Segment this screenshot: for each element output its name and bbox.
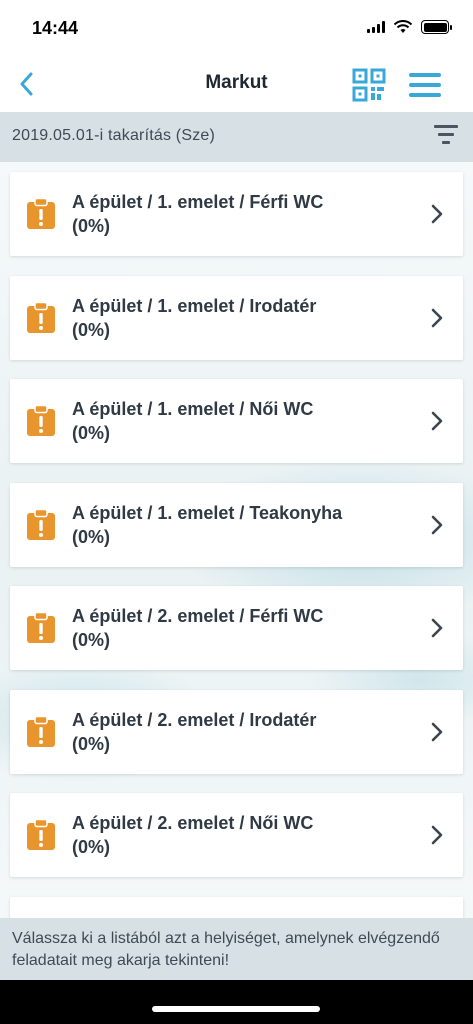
clipboard-alert-icon <box>27 405 55 436</box>
list-item-title: A épület / 2. emelet / Irodatér (0%) <box>72 708 412 756</box>
status-icons <box>367 20 452 34</box>
list-item-title: A épület / 1. emelet / Női WC (0%) <box>72 397 412 445</box>
clipboard-alert-icon <box>27 819 55 850</box>
list-item-progress: (0%) <box>72 630 111 650</box>
list-item-location: A épület / 1. emelet / Férfi WC <box>72 192 324 212</box>
list-item-title: A épület / 2. emelet / Férfi WC (0%) <box>72 604 412 652</box>
list-item-title: A épület / 2. emelet / Női WC (0%) <box>72 811 412 859</box>
filter-icon[interactable] <box>433 125 459 149</box>
hamburger-menu-icon[interactable] <box>407 68 443 102</box>
chevron-right-icon <box>431 825 443 845</box>
qr-code-icon[interactable] <box>352 68 386 102</box>
list-item[interactable]: A épület / 1. emelet / Irodatér (0%) <box>10 275 463 360</box>
status-bar: 14:44 <box>0 0 473 56</box>
list-item[interactable]: A épület / 1. emelet / Teakonyha (0%) <box>10 482 463 567</box>
chevron-right-icon <box>431 308 443 327</box>
clipboard-alert-icon <box>27 508 55 540</box>
filter-bar: 2019.05.01-i takarítás (Sze) <box>0 112 473 162</box>
list-item-title: A épület / 1. emelet / Férfi WC (0%) <box>72 190 412 238</box>
signal-icon <box>367 21 385 33</box>
list-item-title: A épület / 1. emelet / Teakonyha (0%) <box>72 501 412 549</box>
chevron-right-icon <box>431 722 443 741</box>
clipboard-alert-icon <box>27 301 55 333</box>
wifi-icon <box>393 20 413 33</box>
clipboard-alert-icon <box>27 198 55 229</box>
list-item-progress: (0%) <box>72 526 111 547</box>
list-item[interactable]: A épület / 2. emelet / Teakonyha(0%) <box>10 896 463 918</box>
list-item-location: A épület / 2. emelet / Női WC <box>72 813 314 833</box>
list-item[interactable]: A épület / 2. emelet / Női WC (0%) <box>10 793 463 877</box>
nav-bar: Markut <box>0 56 473 112</box>
list-item-location: A épület / 1. emelet / Irodatér <box>72 295 317 316</box>
list-item-location: A épület / 2. emelet / Férfi WC <box>72 606 324 626</box>
list-item-progress: (0%) <box>72 216 111 236</box>
chevron-right-icon <box>431 411 443 431</box>
list-item-progress: (0%) <box>72 837 111 857</box>
home-area <box>0 980 473 1024</box>
status-time: 14:44 <box>32 18 79 38</box>
list-item-progress: (0%) <box>72 423 111 443</box>
clipboard-alert-icon <box>27 715 55 747</box>
clipboard-alert-icon <box>27 612 55 643</box>
list-item-location: A épület / 2. emelet / Irodatér <box>72 709 317 730</box>
page-title: Markut <box>205 72 268 93</box>
filter-label: 2019.05.01-i takarítás (Sze) <box>12 127 216 144</box>
list-item[interactable]: A épület / 2. emelet / Férfi WC (0%) <box>10 586 463 670</box>
room-list: A épület / 1. emelet / Férfi WC (0%) A épü… <box>0 162 473 918</box>
home-indicator[interactable] <box>152 1006 320 1012</box>
chevron-right-icon <box>431 515 443 534</box>
list-item[interactable]: A épület / 2. emelet / Irodatér (0%) <box>10 689 463 774</box>
battery-icon <box>421 20 452 34</box>
list-item-progress: (0%) <box>72 733 111 754</box>
list-item[interactable]: A épület / 1. emelet / Női WC (0%) <box>10 379 463 463</box>
list-item-title: A épület / 1. emelet / Irodatér (0%) <box>72 294 412 342</box>
hint-text: Válassza ki a listából azt a helyiséget,… <box>0 918 473 980</box>
list-item-location: A épület / 1. emelet / Teakonyha <box>72 502 343 523</box>
chevron-right-icon <box>431 204 443 224</box>
list-item[interactable]: A épület / 1. emelet / Férfi WC (0%) <box>10 172 463 256</box>
list-item-progress: (0%) <box>72 319 111 340</box>
list-item-location: A épület / 1. emelet / Női WC <box>72 399 314 419</box>
chevron-right-icon <box>431 618 443 638</box>
